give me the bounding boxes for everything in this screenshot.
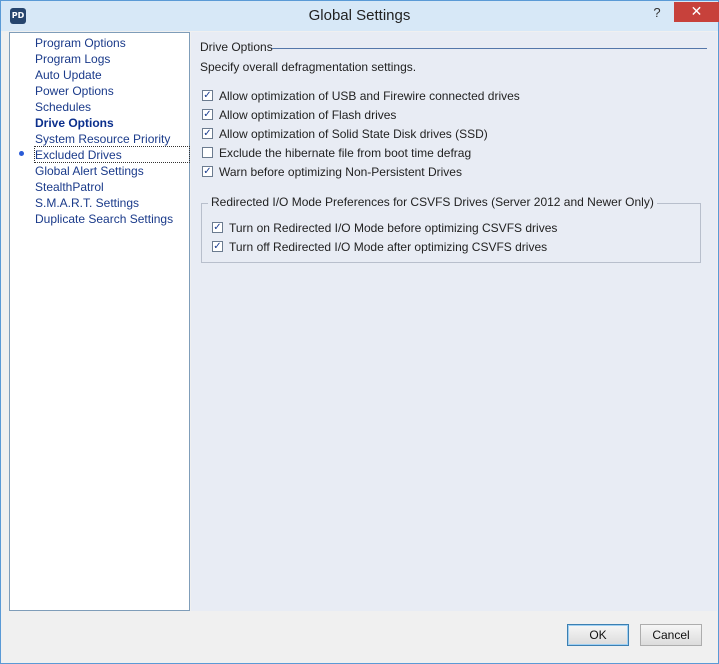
nav-item-program-logs[interactable]: Program Logs xyxy=(35,51,110,67)
option-label: Turn off Redirected I/O Mode after optim… xyxy=(229,240,548,254)
nav-item-drive-options[interactable]: Drive Options xyxy=(35,115,114,131)
option-label: Turn on Redirected I/O Mode before optim… xyxy=(229,221,558,235)
section-divider xyxy=(272,48,707,49)
option-label: Warn before optimizing Non-Persistent Dr… xyxy=(219,165,462,179)
checkbox[interactable]: ✓ xyxy=(202,109,213,120)
nav-item-excluded-drives[interactable]: Excluded Drives xyxy=(35,147,122,163)
csvfs-preferences-group: Redirected I/O Mode Preferences for CSVF… xyxy=(201,195,701,263)
checkbox[interactable]: ✓ xyxy=(202,128,213,139)
nav-item-smart-settings[interactable]: S.M.A.R.T. Settings xyxy=(35,195,139,211)
option-label: Allow optimization of USB and Firewire c… xyxy=(219,89,520,103)
checkbox[interactable]: ✓ xyxy=(202,90,213,101)
nav-item-schedules[interactable]: Schedules xyxy=(35,99,91,115)
close-button[interactable]: ✕ xyxy=(674,2,719,22)
ok-button[interactable]: OK xyxy=(567,624,629,646)
help-button[interactable]: ? xyxy=(649,5,665,25)
checkbox[interactable] xyxy=(202,147,213,158)
nav-item-system-resource-priority[interactable]: System Resource Priority xyxy=(35,131,170,147)
checkbox[interactable]: ✓ xyxy=(212,241,223,252)
option-label: Allow optimization of Solid State Disk d… xyxy=(219,127,488,141)
checkbox[interactable]: ✓ xyxy=(202,166,213,177)
drive-options-panel: Drive Options Specify overall defragment… xyxy=(191,32,717,611)
option-label: Allow optimization of Flash drives xyxy=(219,108,397,122)
settings-nav-list: Program Options Program Logs Auto Update… xyxy=(9,32,190,611)
option-label: Exclude the hibernate file from boot tim… xyxy=(219,146,472,160)
section-title: Drive Options xyxy=(200,40,273,54)
section-description: Specify overall defragmentation settings… xyxy=(200,60,417,74)
checkbox[interactable]: ✓ xyxy=(212,222,223,233)
group-title: Redirected I/O Mode Preferences for CSVF… xyxy=(208,195,657,209)
title-bar[interactable]: PD Global Settings ? ✕ xyxy=(1,1,719,31)
nav-item-stealthpatrol[interactable]: StealthPatrol xyxy=(35,179,104,195)
nav-item-duplicate-search-settings[interactable]: Duplicate Search Settings xyxy=(35,211,173,227)
cancel-button[interactable]: Cancel xyxy=(640,624,702,646)
dialog-footer: OK Cancel xyxy=(1,612,718,663)
global-settings-window: PD Global Settings ? ✕ Program Options P… xyxy=(0,0,719,664)
nav-item-auto-update[interactable]: Auto Update xyxy=(35,67,102,83)
nav-item-program-options[interactable]: Program Options xyxy=(35,35,126,51)
nav-item-power-options[interactable]: Power Options xyxy=(35,83,114,99)
nav-item-global-alert-settings[interactable]: Global Alert Settings xyxy=(35,163,144,179)
selected-bullet-icon xyxy=(19,151,24,156)
window-title: Global Settings xyxy=(308,7,411,24)
